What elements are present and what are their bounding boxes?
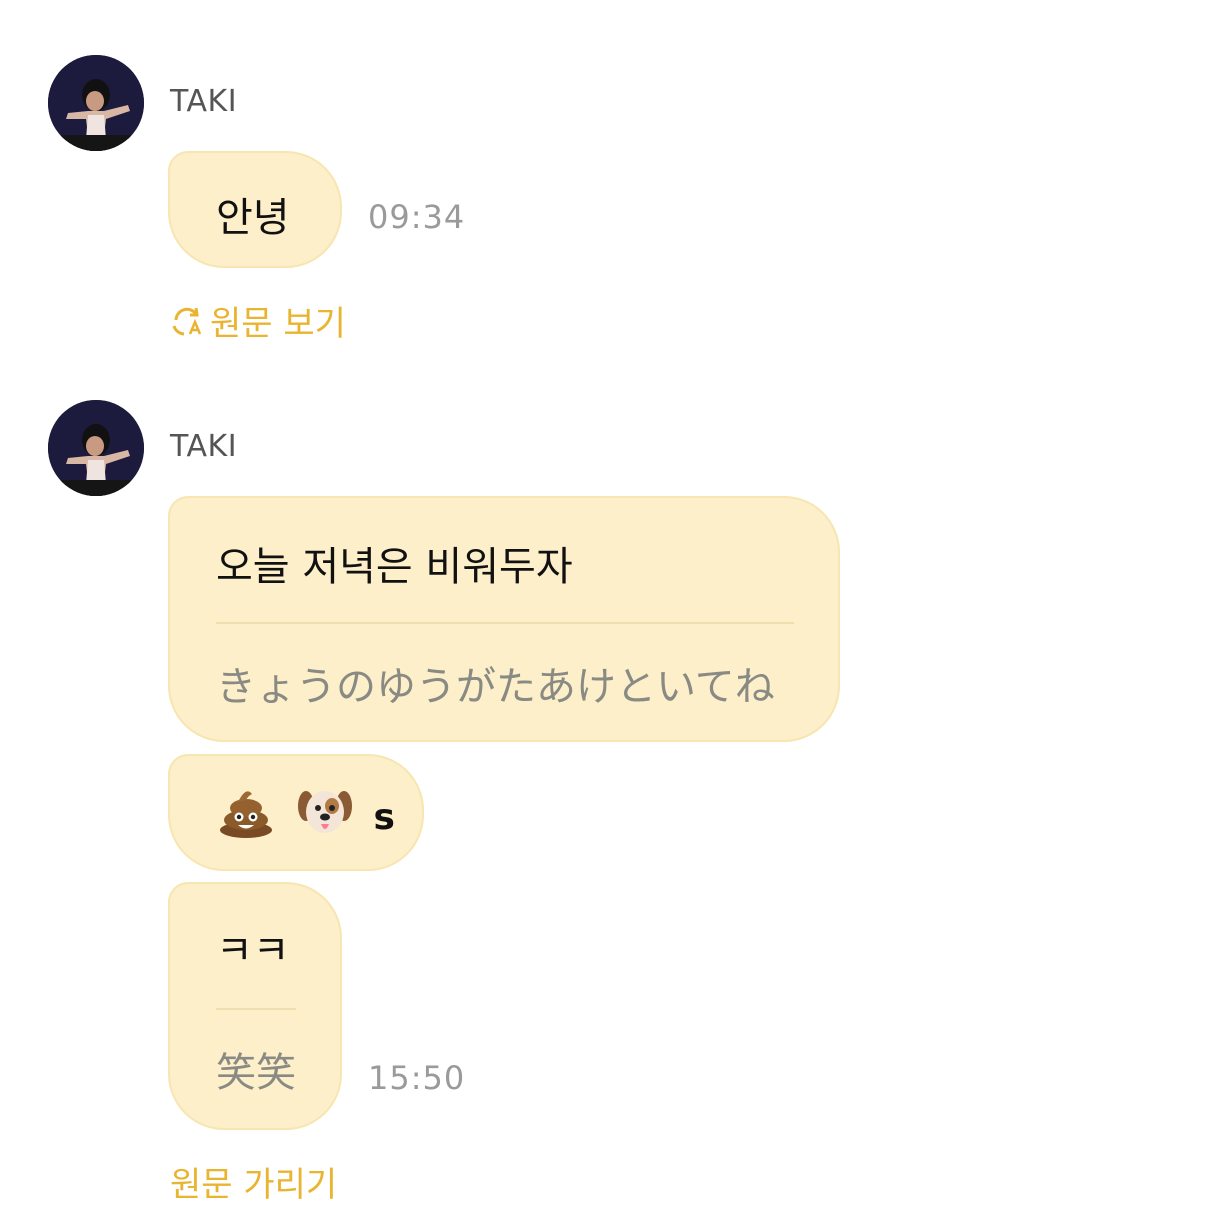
sender-avatar[interactable] [48, 55, 144, 151]
sender-name: TAKI [170, 84, 238, 119]
message-text: ㅋㅋ [216, 928, 290, 974]
pile-of-poo-emoji [218, 786, 274, 848]
message-text: 안녕 [216, 195, 290, 241]
translated-message-bubble[interactable]: 오늘 저녁은 비워두자 きょうのゆうがたあけといてね [168, 496, 840, 742]
hide-original-label: 원문 가리기 [170, 1165, 338, 1205]
emoji-message-bubble[interactable]: s [168, 754, 424, 871]
message-time: 15:50 [368, 1059, 466, 1097]
sender-name: TAKI [170, 429, 238, 464]
show-original-link[interactable]: 원문 보기 [170, 296, 346, 345]
translated-message-bubble[interactable]: ㅋㅋ 笑笑 [168, 882, 342, 1130]
translation-text: 笑笑 [216, 1050, 296, 1096]
message-bubble[interactable]: 안녕 [168, 151, 342, 268]
translation-divider [216, 1008, 296, 1010]
hide-original-link[interactable]: 원문 가리기 [170, 1157, 337, 1206]
sender-avatar[interactable] [48, 400, 144, 496]
translate-icon [172, 307, 202, 335]
dog-face-emoji [297, 786, 353, 848]
message-text: 오늘 저녁은 비워두자 [216, 544, 573, 590]
show-original-label: 원문 보기 [210, 304, 346, 344]
emoji-message: s [218, 786, 395, 848]
translation-divider [216, 622, 794, 624]
message-time: 09:34 [368, 198, 466, 236]
translation-text: きょうのゆうがたあけといてね [216, 664, 775, 710]
emoji-suffix: s [373, 796, 395, 838]
